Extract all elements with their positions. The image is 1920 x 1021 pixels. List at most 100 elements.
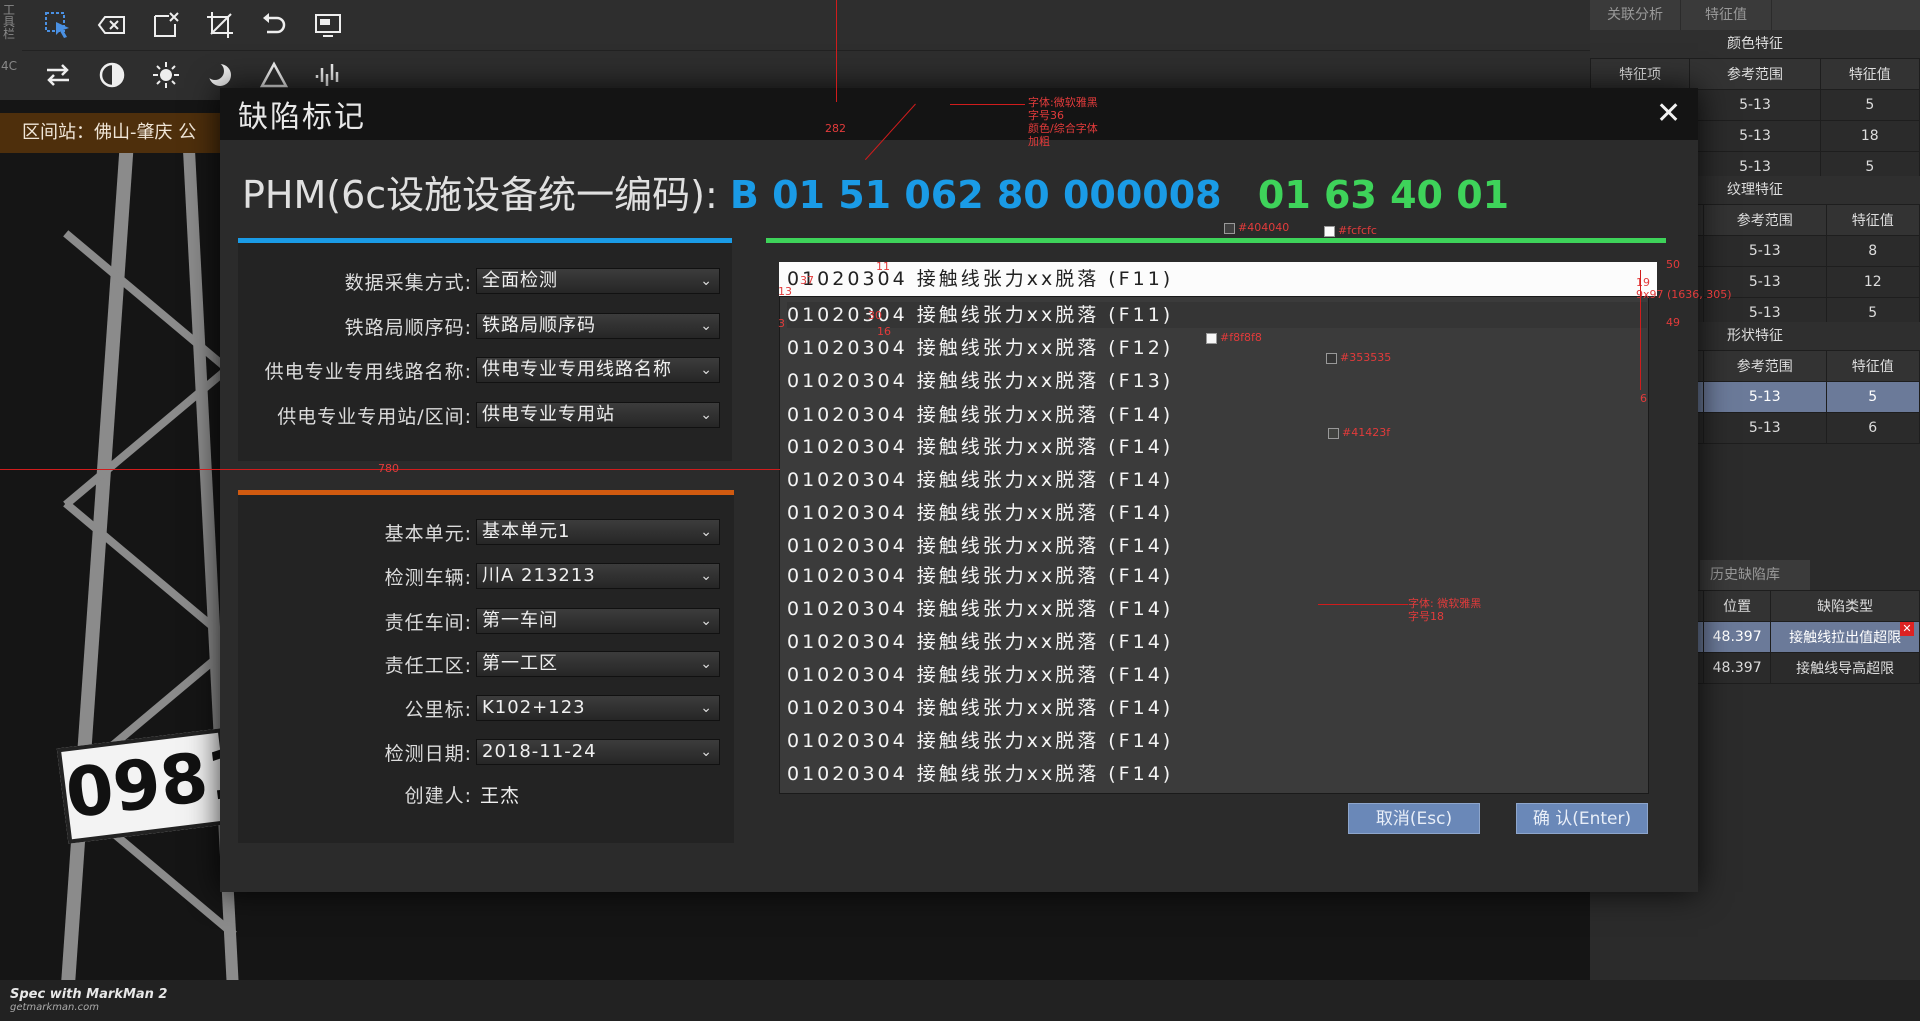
field-label: 供电专业专用线路名称:	[264, 360, 472, 383]
col-value: 特征值	[1825, 204, 1920, 236]
table-cell: 5-13	[1689, 120, 1821, 152]
kilometer-select[interactable]: K102+123 ⌄	[476, 695, 720, 721]
font-annotation-2: 字体: 微软雅黑 字号18	[1408, 597, 1481, 623]
tab-history-defects[interactable]: 历史缺陷库	[1700, 560, 1810, 590]
crop-icon[interactable]	[203, 8, 237, 42]
field-vehicle: 检测车辆: 川A 213213 ⌄	[238, 559, 732, 593]
confirm-button[interactable]: 确 认(Enter)	[1516, 803, 1648, 834]
color-swatch	[1206, 333, 1217, 344]
waveform-icon[interactable]	[311, 58, 345, 92]
dialog-header	[220, 88, 1698, 140]
station-tab[interactable]: 区间站：佛山-肇庆 公	[0, 113, 225, 153]
color-label: #f8f8f8	[1220, 331, 1262, 344]
markman-url: getmarkman.com	[10, 1002, 99, 1013]
table-cell: 5-13	[1703, 381, 1827, 413]
field-label: 责任工区:	[384, 654, 472, 677]
col-defect-type: 缺陷类型	[1770, 590, 1920, 622]
night-icon[interactable]	[203, 58, 237, 92]
field-kilometer: 公里标: K102+123 ⌄	[238, 691, 732, 725]
field-line-name: 供电专业专用线路名称: 供电专业专用线路名称 ⌄	[238, 353, 732, 387]
table-cell: 48.397	[1702, 652, 1772, 684]
list-item[interactable]: 01020304 接触线张力xx脱落 (F14)	[787, 728, 1647, 754]
measure-line	[1640, 270, 1641, 390]
tab-features[interactable]: 特征值	[1681, 0, 1772, 30]
bureau-code-select[interactable]: 铁路局顺序码 ⌄	[476, 313, 720, 339]
contrast-icon[interactable]	[95, 58, 129, 92]
field-label: 责任车间:	[384, 611, 472, 634]
field-station-section: 供电专业专用站/区间: 供电专业专用站 ⌄	[238, 398, 732, 432]
table-cell: 5-13	[1703, 235, 1827, 267]
station-label: 区间站：佛山-肇庆	[22, 122, 173, 143]
field-label: 数据采集方式:	[344, 271, 472, 294]
select-value: 川A 213213	[482, 565, 596, 586]
status-bar	[0, 980, 1920, 1021]
col-range: 参考范围	[1703, 204, 1827, 236]
workshop-select[interactable]: 第一车间 ⌄	[476, 608, 720, 634]
col-value: 特征值	[1825, 350, 1920, 382]
field-label: 公里标:	[404, 698, 472, 721]
delete-icon[interactable]: ✕	[1900, 622, 1914, 636]
list-item[interactable]: 01020304 接触线张力xx脱落 (F14)	[787, 563, 1647, 589]
brightness-icon[interactable]	[149, 58, 183, 92]
inspection-date-select[interactable]: 2018-11-24 ⌄	[476, 739, 720, 765]
measure-label: 13	[778, 285, 792, 298]
triangle-icon[interactable]	[257, 58, 291, 92]
tab-correlation[interactable]: 关联分析	[1590, 0, 1681, 30]
measure-line	[836, 0, 837, 102]
list-item[interactable]: 01020304 接触线张力xx脱落 (F14)	[787, 761, 1647, 787]
list-item[interactable]: 01020304 接触线张力xx脱落 (F14)	[787, 695, 1647, 721]
basic-unit-select[interactable]: 基本单元1 ⌄	[476, 519, 720, 545]
color-swatch	[1328, 428, 1339, 439]
col-feature: 特征项	[1589, 58, 1691, 90]
list-item[interactable]: 01020304 接触线张力xx脱落 (F14)	[787, 434, 1647, 460]
work-area-select[interactable]: 第一工区 ⌄	[476, 651, 720, 677]
measure-label: 780	[378, 462, 399, 475]
monitor-icon[interactable]	[311, 8, 345, 42]
list-item[interactable]: 01020304 接触线张力xx脱落 (F13)	[787, 368, 1647, 394]
field-work-area: 责任工区: 第一工区 ⌄	[238, 647, 732, 681]
clear-icon[interactable]	[95, 8, 129, 42]
list-item[interactable]: 01020304 接触线张力xx脱落 (F14)	[787, 629, 1647, 655]
list-item[interactable]: 01020304 接触线张力xx脱落 (F14)	[787, 533, 1647, 559]
line-name-select[interactable]: 供电专业专用线路名称 ⌄	[476, 357, 720, 383]
list-item[interactable]: 01020304 接触线张力xx脱落 (F14)	[787, 662, 1647, 688]
measure-label: 49	[1666, 316, 1680, 329]
swap-icon[interactable]	[41, 58, 75, 92]
font-annotation-1: 字体:微软雅黑 字号36 颜色/综合字体 加粗	[1028, 96, 1098, 148]
chevron-down-icon: ⌄	[700, 700, 713, 716]
select-value: 供电专业专用站	[482, 404, 615, 425]
col-value: 特征值	[1819, 58, 1920, 90]
defect-code-input[interactable]: 01020304 接触线张力xx脱落 (F11)	[779, 262, 1657, 296]
section-divider-green	[766, 238, 1666, 243]
annotation-text: 字号36	[1028, 109, 1064, 122]
collection-mode-select[interactable]: 全面检测 ⌄	[476, 268, 720, 294]
field-collection-mode: 数据采集方式: 全面检测 ⌄	[238, 264, 732, 298]
chevron-down-icon: ⌄	[700, 273, 713, 289]
list-item[interactable]: 01020304 接触线张力xx脱落 (F14)	[787, 467, 1647, 493]
measure-label: 9x97 (1636, 305)	[1636, 288, 1732, 301]
field-label: 基本单元:	[384, 522, 472, 545]
chevron-down-icon: ⌄	[700, 568, 713, 584]
table-cell: 5-13	[1689, 89, 1821, 121]
color-label: #41423f	[1342, 426, 1391, 439]
list-item[interactable]: 01020304 接触线张力xx脱落 (F14)	[787, 402, 1647, 428]
close-icon[interactable]: ✕	[1656, 96, 1681, 131]
color-label: #fcfcfc	[1338, 224, 1377, 237]
annotation-text: 加粗	[1028, 135, 1050, 148]
vehicle-select[interactable]: 川A 213213 ⌄	[476, 563, 720, 589]
select-cursor-icon[interactable]	[41, 8, 75, 42]
color-swatch	[1224, 223, 1235, 234]
undo-icon[interactable]	[257, 8, 291, 42]
dialog-title: 缺陷标记	[238, 100, 366, 135]
list-item[interactable]: 01020304 接触线张力xx脱落 (F14)	[787, 596, 1647, 622]
close-frame-icon[interactable]	[149, 8, 183, 42]
select-value: K102+123	[482, 697, 586, 718]
list-item[interactable]: 01020304 接触线张力xx脱落 (F11)	[787, 302, 1647, 328]
cancel-button[interactable]: 取消(Esc)	[1348, 803, 1480, 834]
toolbar-caption-4c: 4C	[0, 59, 17, 73]
list-item[interactable]: 01020304 接触线张力xx脱落 (F12)	[787, 335, 1647, 361]
list-item[interactable]: 01020304 接触线张力xx脱落 (F14)	[787, 500, 1647, 526]
toolbar-row-1	[22, 0, 1590, 51]
station-section-select[interactable]: 供电专业专用站 ⌄	[476, 402, 720, 428]
measure-label: 282	[825, 122, 846, 135]
